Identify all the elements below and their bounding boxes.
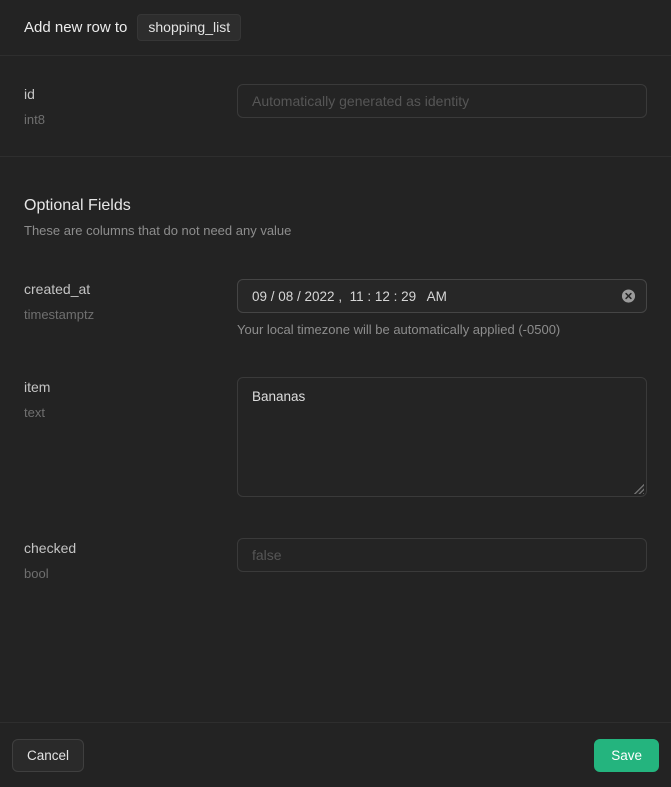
field-name-id: id xyxy=(24,86,237,102)
id-input-wrap xyxy=(237,84,647,118)
panel-footer: Cancel Save xyxy=(0,722,671,787)
field-labels-item: item text xyxy=(24,377,237,420)
id-input[interactable] xyxy=(237,84,647,118)
field-name-created-at: created_at xyxy=(24,281,237,297)
required-fields-section: id int8 xyxy=(0,56,671,157)
created-at-datetime-input[interactable] xyxy=(237,279,647,313)
field-row-item: item text Bananas xyxy=(0,377,671,497)
field-row-checked: checked bool xyxy=(0,538,671,581)
field-labels-checked: checked bool xyxy=(24,538,237,581)
field-name-checked: checked xyxy=(24,540,237,556)
field-type-checked: bool xyxy=(24,566,237,581)
timezone-helper-text: Your local timezone will be automaticall… xyxy=(237,322,647,337)
item-textarea[interactable]: Bananas xyxy=(237,377,647,497)
cancel-button[interactable]: Cancel xyxy=(12,739,84,772)
optional-fields-subheading: These are columns that do not need any v… xyxy=(24,223,647,238)
field-row-id: id int8 xyxy=(0,84,671,127)
field-labels-id: id int8 xyxy=(24,84,237,127)
field-type-created-at: timestamptz xyxy=(24,307,237,322)
checked-input[interactable] xyxy=(237,538,647,572)
panel-header: Add new row to shopping_list xyxy=(0,0,671,56)
field-type-id: int8 xyxy=(24,112,237,127)
clear-datetime-button[interactable] xyxy=(621,289,636,304)
table-name-badge: shopping_list xyxy=(137,14,241,41)
panel-title: Add new row to xyxy=(24,19,127,36)
created-at-input-wrap xyxy=(237,279,647,313)
checked-input-wrap xyxy=(237,538,647,572)
optional-fields-heading: Optional Fields xyxy=(24,197,647,215)
x-circle-icon xyxy=(621,292,636,307)
field-type-item: text xyxy=(24,405,237,420)
field-row-created-at: created_at timestamptz Your local timezo… xyxy=(0,279,671,337)
created-at-control: Your local timezone will be automaticall… xyxy=(237,279,647,337)
optional-fields-section: Optional Fields These are columns that d… xyxy=(0,157,671,581)
save-button[interactable]: Save xyxy=(594,739,659,772)
add-row-panel: { "header": { "title_prefix": "Add new r… xyxy=(0,0,671,787)
optional-heading-block: Optional Fields These are columns that d… xyxy=(0,157,671,238)
item-textarea-wrap: Bananas xyxy=(237,377,647,497)
field-name-item: item xyxy=(24,379,237,395)
field-labels-created-at: created_at timestamptz xyxy=(24,279,237,322)
